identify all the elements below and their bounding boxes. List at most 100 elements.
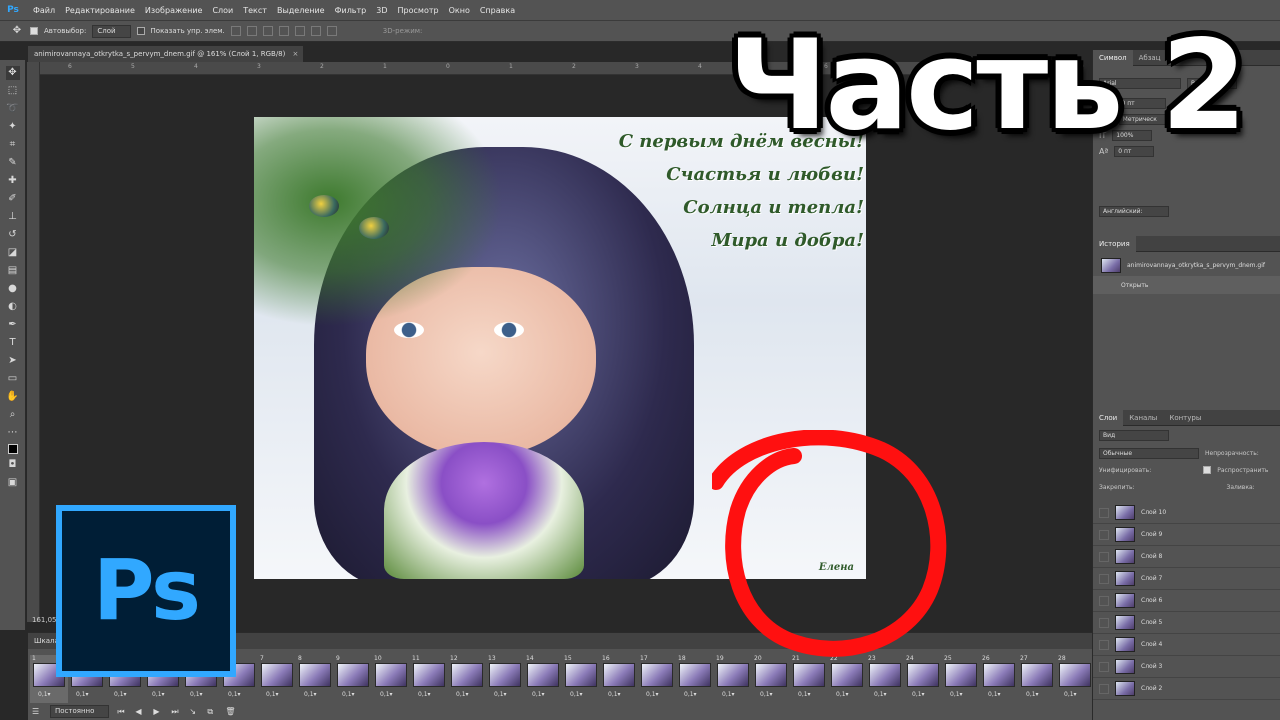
tab-paths[interactable]: Контуры [1163, 410, 1207, 426]
frame-delay[interactable]: 0,1▾ [836, 691, 849, 698]
frame-delay[interactable]: 0,1▾ [38, 691, 51, 698]
frame-delay[interactable]: 0,1▾ [532, 691, 545, 698]
align-middle-icon[interactable] [246, 26, 257, 36]
animation-frame[interactable]: 24 0,1▾ [904, 655, 942, 703]
autoselect-dropdown[interactable]: Слой [92, 24, 131, 38]
layer-row[interactable]: Слой 4 [1093, 634, 1280, 656]
tab-layers[interactable]: Слои [1093, 409, 1124, 426]
pen-tool-icon[interactable]: ✒ [6, 318, 20, 332]
frame-delay[interactable]: 0,1▾ [494, 691, 507, 698]
zoom-tool-icon[interactable]: ⌕ [6, 408, 20, 422]
frame-delay[interactable]: 0,1▾ [266, 691, 279, 698]
menu-select[interactable]: Выделение [272, 6, 330, 15]
eraser-tool-icon[interactable]: ◪ [6, 246, 20, 260]
crop-tool-icon[interactable]: ⌗ [6, 138, 20, 152]
align-bottom-icon[interactable] [262, 26, 273, 36]
animation-frame[interactable]: 21 0,1▾ [790, 655, 828, 703]
align-left-icon[interactable] [278, 26, 289, 36]
path-select-tool-icon[interactable]: ➤ [6, 354, 20, 368]
animation-frame[interactable]: 22 0,1▾ [828, 655, 866, 703]
layer-row[interactable]: Слой 7 [1093, 568, 1280, 590]
layer-row[interactable]: Слой 2 [1093, 678, 1280, 700]
layer-row[interactable]: Слой 10 [1093, 502, 1280, 524]
frame-delay[interactable]: 0,1▾ [988, 691, 1001, 698]
layer-visibility-icon[interactable] [1099, 529, 1109, 540]
quick-mask-icon[interactable]: ◘ [6, 458, 20, 472]
menu-layers[interactable]: Слои [207, 6, 238, 15]
layer-row[interactable]: Слой 8 [1093, 546, 1280, 568]
frame-delay[interactable]: 0,1▾ [342, 691, 355, 698]
animation-frame[interactable]: 8 0,1▾ [296, 655, 334, 703]
frame-delay[interactable]: 0,1▾ [950, 691, 963, 698]
blur-tool-icon[interactable]: ● [6, 282, 20, 296]
blend-mode-select[interactable]: Обычные [1099, 448, 1199, 459]
layer-visibility-icon[interactable] [1099, 661, 1109, 672]
layer-visibility-icon[interactable] [1099, 617, 1109, 628]
layer-visibility-icon[interactable] [1099, 595, 1109, 606]
frame-delay[interactable]: 0,1▾ [608, 691, 621, 698]
animation-frame[interactable]: 18 0,1▾ [676, 655, 714, 703]
align-top-icon[interactable] [230, 26, 241, 36]
tab-history[interactable]: История [1093, 235, 1136, 252]
layer-visibility-icon[interactable] [1099, 683, 1109, 694]
propagate-checkbox[interactable] [1203, 466, 1212, 474]
lasso-tool-icon[interactable]: ➰ [6, 102, 20, 116]
frame-delay[interactable]: 0,1▾ [1064, 691, 1077, 698]
frame-delay[interactable]: 0,1▾ [1026, 691, 1039, 698]
gradient-tool-icon[interactable]: ▤ [6, 264, 20, 278]
tab-channels[interactable]: Каналы [1123, 410, 1163, 426]
frame-delay[interactable]: 0,1▾ [114, 691, 127, 698]
magic-wand-tool-icon[interactable]: ✦ [6, 120, 20, 134]
animation-frame[interactable]: 25 0,1▾ [942, 655, 980, 703]
menu-type[interactable]: Текст [238, 6, 272, 15]
animation-frame[interactable]: 12 0,1▾ [448, 655, 486, 703]
menu-3d[interactable]: 3D [371, 6, 392, 15]
animation-frame[interactable]: 17 0,1▾ [638, 655, 676, 703]
frame-delay[interactable]: 0,1▾ [456, 691, 469, 698]
animation-frame[interactable]: 7 0,1▾ [258, 655, 296, 703]
frame-delay[interactable]: 0,1▾ [304, 691, 317, 698]
frame-delay[interactable]: 0,1▾ [722, 691, 735, 698]
frame-delay[interactable]: 0,1▾ [760, 691, 773, 698]
shape-tool-icon[interactable]: ▭ [6, 372, 20, 386]
healing-tool-icon[interactable]: ✚ [6, 174, 20, 188]
layer-row[interactable]: Слой 5 [1093, 612, 1280, 634]
frame-delay[interactable]: 0,1▾ [418, 691, 431, 698]
more-tools-icon[interactable]: ⋯ [6, 426, 20, 440]
animation-frame[interactable]: 20 0,1▾ [752, 655, 790, 703]
animation-frame[interactable]: 23 0,1▾ [866, 655, 904, 703]
frame-delay[interactable]: 0,1▾ [380, 691, 393, 698]
first-frame-icon[interactable]: ⏮ [117, 707, 127, 716]
layer-filter-select[interactable]: Вид [1099, 430, 1169, 441]
frame-delay[interactable]: 0,1▾ [228, 691, 241, 698]
animation-frame[interactable]: 15 0,1▾ [562, 655, 600, 703]
layer-row[interactable]: Слой 3 [1093, 656, 1280, 678]
move-tool-icon[interactable]: ✥ [10, 24, 24, 38]
duplicate-frame-icon[interactable]: ⧉ [207, 707, 217, 716]
animation-frame[interactable]: 27 0,1▾ [1018, 655, 1056, 703]
dodge-tool-icon[interactable]: ◐ [6, 300, 20, 314]
type-tool-icon[interactable]: T [6, 336, 20, 350]
animation-frame[interactable]: 19 0,1▾ [714, 655, 752, 703]
layer-visibility-icon[interactable] [1099, 551, 1109, 562]
frame-delay[interactable]: 0,1▾ [684, 691, 697, 698]
frame-delay[interactable]: 0,1▾ [912, 691, 925, 698]
show-controls-checkbox[interactable] [136, 27, 145, 35]
history-step[interactable]: Открыть [1093, 276, 1280, 294]
frame-delay[interactable]: 0,1▾ [76, 691, 89, 698]
menu-filter[interactable]: Фильтр [330, 6, 372, 15]
animation-frame[interactable]: 10 0,1▾ [372, 655, 410, 703]
play-icon[interactable]: ▶ [153, 707, 163, 716]
animation-frame[interactable]: 28 0,1▾ [1056, 655, 1094, 703]
frame-delay[interactable]: 0,1▾ [646, 691, 659, 698]
language-select[interactable]: Английский: [1099, 206, 1169, 217]
marquee-tool-icon[interactable]: ⬚ [6, 84, 20, 98]
document-tab[interactable]: animirovannaya_otkrytka_s_pervym_dnem.gi… [28, 46, 304, 62]
layer-visibility-icon[interactable] [1099, 639, 1109, 650]
eyedropper-tool-icon[interactable]: ✎ [6, 156, 20, 170]
menu-help[interactable]: Справка [475, 6, 520, 15]
stamp-tool-icon[interactable]: ⊥ [6, 210, 20, 224]
prev-frame-icon[interactable]: ◀ [135, 707, 145, 716]
frame-delay[interactable]: 0,1▾ [570, 691, 583, 698]
layer-row[interactable]: Слой 6 [1093, 590, 1280, 612]
